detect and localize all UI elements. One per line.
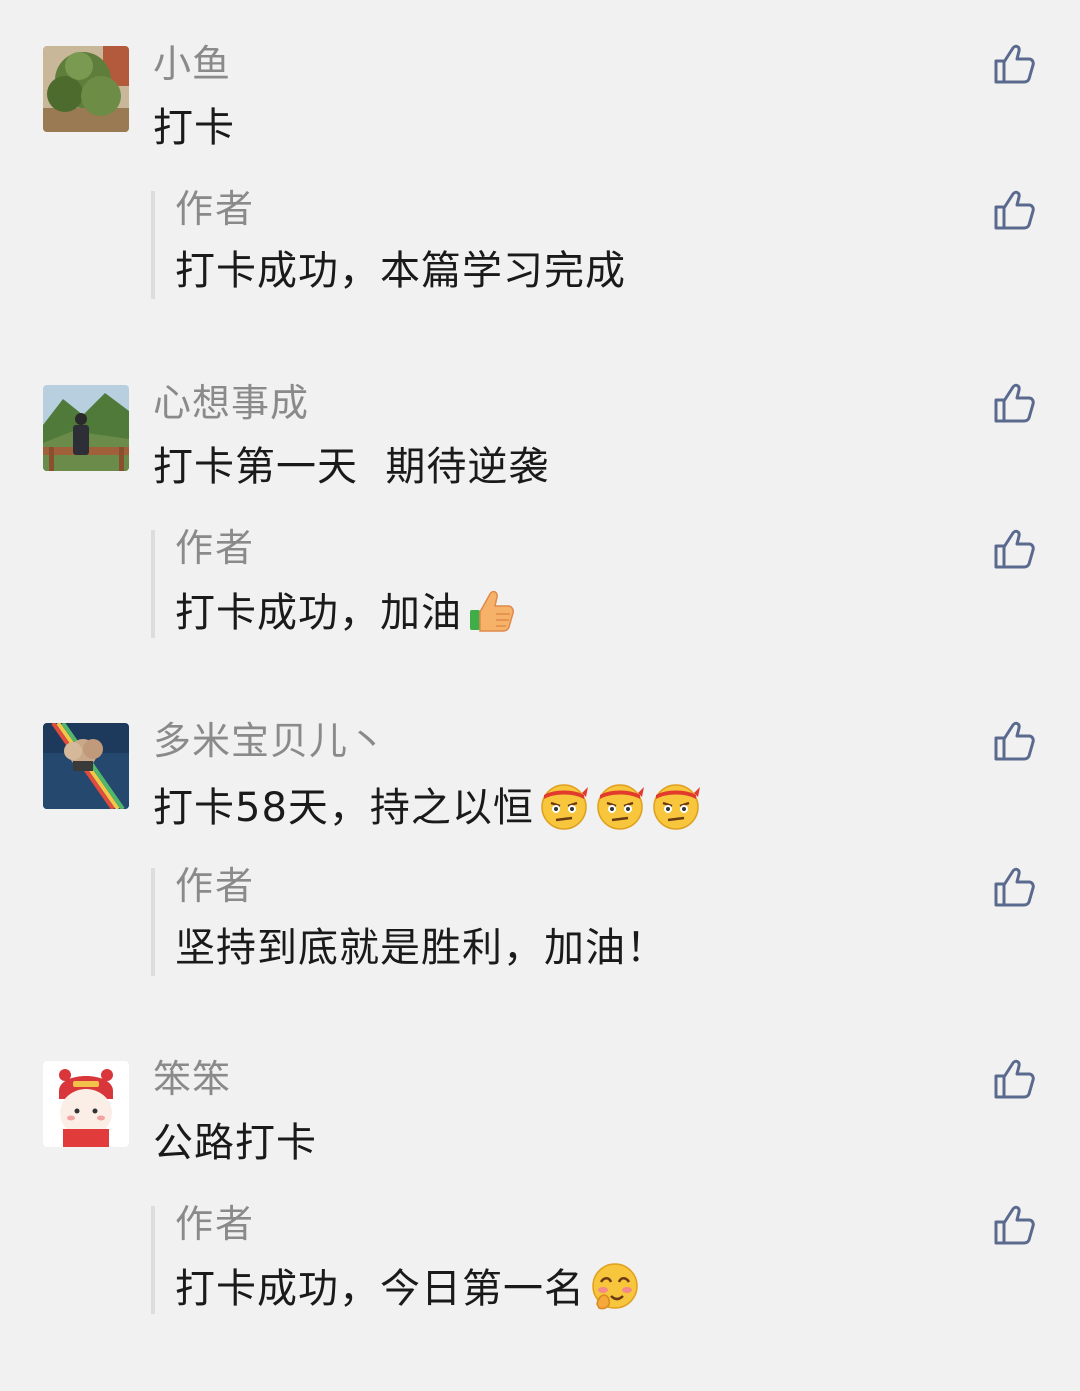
reply-author: 作者 <box>175 1202 256 1246</box>
author-reply: 作者 坚持到底就是胜利，加油！ <box>151 864 955 976</box>
determined-face-emoji <box>538 779 590 831</box>
comment-text: 打卡第一天 期待逆袭 <box>153 441 549 493</box>
reply-author: 作者 <box>175 864 256 908</box>
reply-like-button[interactable] <box>990 525 1038 573</box>
giggle-face-emoji <box>589 1260 641 1312</box>
thumbs-up-outline-icon <box>994 1205 1035 1245</box>
username[interactable]: 小鱼 <box>153 40 231 88</box>
username[interactable]: 笨笨 <box>153 1055 231 1103</box>
thumbs-up-outline-icon <box>994 721 1035 761</box>
comment-text-content: 公路打卡 <box>153 1120 317 1166</box>
reply-like-button[interactable] <box>990 186 1038 234</box>
avatar[interactable] <box>43 723 129 809</box>
tree-photo-image <box>43 46 129 132</box>
reply-text: 打卡成功，今日第一名 <box>175 1260 641 1315</box>
username[interactable]: 心想事成 <box>153 379 309 427</box>
thumbs-up-outline-icon <box>994 529 1035 569</box>
avatar[interactable] <box>43 385 129 471</box>
reply-like-button[interactable] <box>990 863 1038 911</box>
comment-item: 多米宝贝儿丶 打卡58天，持之以恒 作者 坚持到底就是胜利，加油！ <box>0 719 1080 1053</box>
comment-text-content: 打卡第一天 期待逆袭 <box>153 444 550 490</box>
author-reply: 作者 打卡成功，本篇学习完成 <box>151 187 955 299</box>
comment-text: 打卡58天，持之以恒 <box>153 779 702 834</box>
reply-text-content: 打卡成功，本篇学习完成 <box>175 248 626 294</box>
comment-text-content: 打卡 <box>153 105 235 151</box>
thumbs-up-outline-icon <box>994 44 1035 84</box>
comment-list: 小鱼 打卡 作者 打卡成功，本篇学习完成 心想事成 打卡第一天 期待逆袭 作者 … <box>0 0 1080 1352</box>
avatar[interactable] <box>43 1061 129 1147</box>
determined-face-emoji <box>650 779 702 831</box>
thumbs-up-emoji <box>466 584 518 636</box>
reply-like-button[interactable] <box>990 1201 1038 1249</box>
thumbs-up-outline-icon <box>994 190 1035 230</box>
like-button[interactable] <box>990 379 1038 427</box>
like-button[interactable] <box>990 717 1038 765</box>
reply-text: 坚持到底就是胜利，加油！ <box>175 922 667 974</box>
author-reply: 作者 打卡成功，今日第一名 <box>151 1202 955 1315</box>
reply-text-content: 坚持到底就是胜利，加油！ <box>175 925 667 971</box>
thumbs-up-outline-icon <box>994 383 1035 423</box>
like-button[interactable] <box>990 1055 1038 1103</box>
reply-author: 作者 <box>175 526 256 570</box>
reply-author: 作者 <box>175 187 256 231</box>
cartoon-girl-avatar-image <box>43 1061 129 1147</box>
mountain-person-photo-image <box>43 385 129 471</box>
comment-item: 小鱼 打卡 作者 打卡成功，本篇学习完成 <box>0 42 1080 376</box>
comment-item: 心想事成 打卡第一天 期待逆袭 作者 打卡成功，加油 <box>0 381 1080 715</box>
comment-text: 公路打卡 <box>153 1117 317 1169</box>
author-reply: 作者 打卡成功，加油 <box>151 526 955 639</box>
reply-text-content: 打卡成功，今日第一名 <box>175 1266 585 1312</box>
reply-text: 打卡成功，本篇学习完成 <box>175 245 626 297</box>
like-button[interactable] <box>990 40 1038 88</box>
comment-text-content: 打卡58天，持之以恒 <box>153 785 534 831</box>
comment-item: 笨笨 公路打卡 作者 打卡成功，今日第一名 <box>0 1057 1080 1391</box>
determined-face-emoji <box>594 779 646 831</box>
username[interactable]: 多米宝贝儿丶 <box>153 717 387 765</box>
rainbow-sea-photo-image <box>43 723 129 809</box>
avatar[interactable] <box>43 46 129 132</box>
thumbs-up-outline-icon <box>994 1059 1035 1099</box>
thumbs-up-outline-icon <box>994 867 1035 907</box>
reply-text: 打卡成功，加油 <box>175 584 518 639</box>
reply-text-content: 打卡成功，加油 <box>175 590 462 636</box>
comment-text: 打卡 <box>153 102 235 154</box>
